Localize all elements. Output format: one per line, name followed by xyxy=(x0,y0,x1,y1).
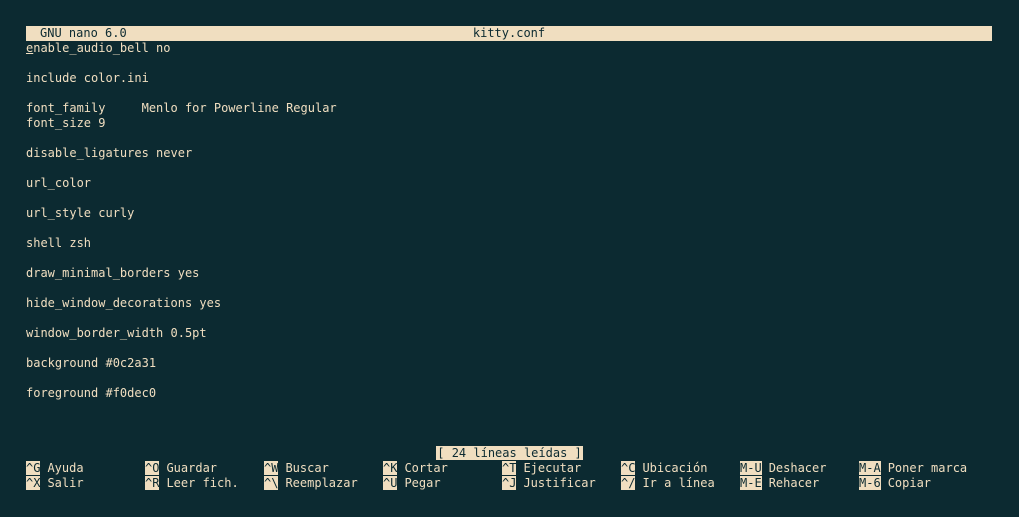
shortcut-replace[interactable]: ^\ Reemplazar xyxy=(264,476,358,491)
file-name: kitty.conf xyxy=(472,26,546,40)
editor-line[interactable] xyxy=(26,341,992,356)
shortcut-copy[interactable]: M-6 Copiar xyxy=(859,476,931,491)
shortcut-label: Reemplazar xyxy=(285,476,358,490)
editor-line[interactable]: draw_minimal_borders yes xyxy=(26,266,992,281)
editor-line-text: nable_audio_bell no xyxy=(33,41,171,55)
shortcut-go-to-line[interactable]: ^/ Ir a línea xyxy=(621,476,715,491)
shortcut-key: ^R xyxy=(145,476,160,490)
shortcut-search[interactable]: ^W Buscar xyxy=(264,461,329,476)
editor-line[interactable] xyxy=(26,161,992,176)
editor-line[interactable] xyxy=(26,311,992,326)
shortcut-label: Justificar xyxy=(523,476,596,490)
shortcut-key: ^O xyxy=(145,461,160,475)
editor-line[interactable]: url_style curly xyxy=(26,206,992,221)
shortcut-key: ^/ xyxy=(621,476,636,490)
shortcut-label: Deshacer xyxy=(768,461,827,475)
shortcut-label: Pegar xyxy=(404,476,441,490)
shortcut-label: Ejecutar xyxy=(523,461,582,475)
shortcut-key: M-A xyxy=(859,461,881,475)
shortcut-key: ^K xyxy=(383,461,398,475)
shortcut-set-mark[interactable]: M-A Poner marca xyxy=(859,461,967,476)
editor-line[interactable]: foreground #f0dec0 xyxy=(26,386,992,401)
editor-line[interactable]: font_family Menlo for Powerline Regular xyxy=(26,101,992,116)
editor-area[interactable]: enable_audio_bell no include color.ini fon… xyxy=(26,41,992,401)
shortcut-label: Ayuda xyxy=(47,461,84,475)
shortcut-key: M-E xyxy=(740,476,762,490)
editor-line[interactable]: window_border_width 0.5pt xyxy=(26,326,992,341)
shortcut-key: ^T xyxy=(502,461,517,475)
shortcut-key: ^X xyxy=(26,476,41,490)
editor-line[interactable]: enable_audio_bell no xyxy=(26,41,992,56)
shortcut-cut[interactable]: ^K Cortar xyxy=(383,461,448,476)
shortcut-key: ^G xyxy=(26,461,41,475)
shortcut-key: ^\ xyxy=(264,476,279,490)
editor-line[interactable] xyxy=(26,191,992,206)
shortcut-label: Guardar xyxy=(166,461,218,475)
editor-line[interactable]: background #0c2a31 xyxy=(26,356,992,371)
shortcut-key: ^U xyxy=(383,476,398,490)
shortcut-label: Cortar xyxy=(404,461,448,475)
shortcut-label: Salir xyxy=(47,476,84,490)
shortcut-label: Copiar xyxy=(887,476,932,490)
editor-line[interactable] xyxy=(26,86,992,101)
status-message: [ 24 líneas leídas ] xyxy=(436,446,583,460)
editor-line[interactable]: disable_ligatures never xyxy=(26,146,992,161)
shortcut-key: ^W xyxy=(264,461,279,475)
shortcut-label: Ubicación xyxy=(642,461,708,475)
shortcut-label: Buscar xyxy=(285,461,329,475)
editor-line[interactable] xyxy=(26,131,992,146)
editor-line[interactable] xyxy=(26,56,992,71)
editor-line[interactable]: font_size 9 xyxy=(26,116,992,131)
shortcut-label: Leer fich. xyxy=(166,476,239,490)
shortcut-label: Rehacer xyxy=(768,476,820,490)
shortcut-label: Poner marca xyxy=(887,461,968,475)
shortcut-label: Ir a línea xyxy=(642,476,715,490)
shortcut-help[interactable]: ^G Ayuda xyxy=(26,461,84,476)
status-bar: [ 24 líneas leídas ] xyxy=(0,446,1019,461)
shortcut-location[interactable]: ^C Ubicación xyxy=(621,461,707,476)
shortcut-key: ^J xyxy=(502,476,517,490)
editor-line[interactable]: shell zsh xyxy=(26,236,992,251)
shortcut-justify[interactable]: ^J Justificar xyxy=(502,476,596,491)
editor-line[interactable]: include color.ini xyxy=(26,71,992,86)
editor-line[interactable] xyxy=(26,221,992,236)
shortcut-execute[interactable]: ^T Ejecutar xyxy=(502,461,581,476)
shortcut-exit[interactable]: ^X Salir xyxy=(26,476,84,491)
editor-line[interactable] xyxy=(26,251,992,266)
editor-line[interactable] xyxy=(26,281,992,296)
editor-line[interactable]: url_color xyxy=(26,176,992,191)
shortcut-undo[interactable]: M-U Deshacer xyxy=(740,461,826,476)
shortcut-paste[interactable]: ^U Pegar xyxy=(383,476,441,491)
shortcut-read-file[interactable]: ^R Leer fich. xyxy=(145,476,239,491)
editor-line[interactable] xyxy=(26,371,992,386)
shortcut-key: ^C xyxy=(621,461,636,475)
shortcut-save[interactable]: ^O Guardar xyxy=(145,461,217,476)
editor-line[interactable]: hide_window_decorations yes xyxy=(26,296,992,311)
shortcut-key: M-6 xyxy=(859,476,881,490)
title-bar: GNU nano 6.0 kitty.conf xyxy=(26,26,992,41)
shortcut-redo[interactable]: M-E Rehacer xyxy=(740,476,819,491)
shortcut-key: M-U xyxy=(740,461,762,475)
